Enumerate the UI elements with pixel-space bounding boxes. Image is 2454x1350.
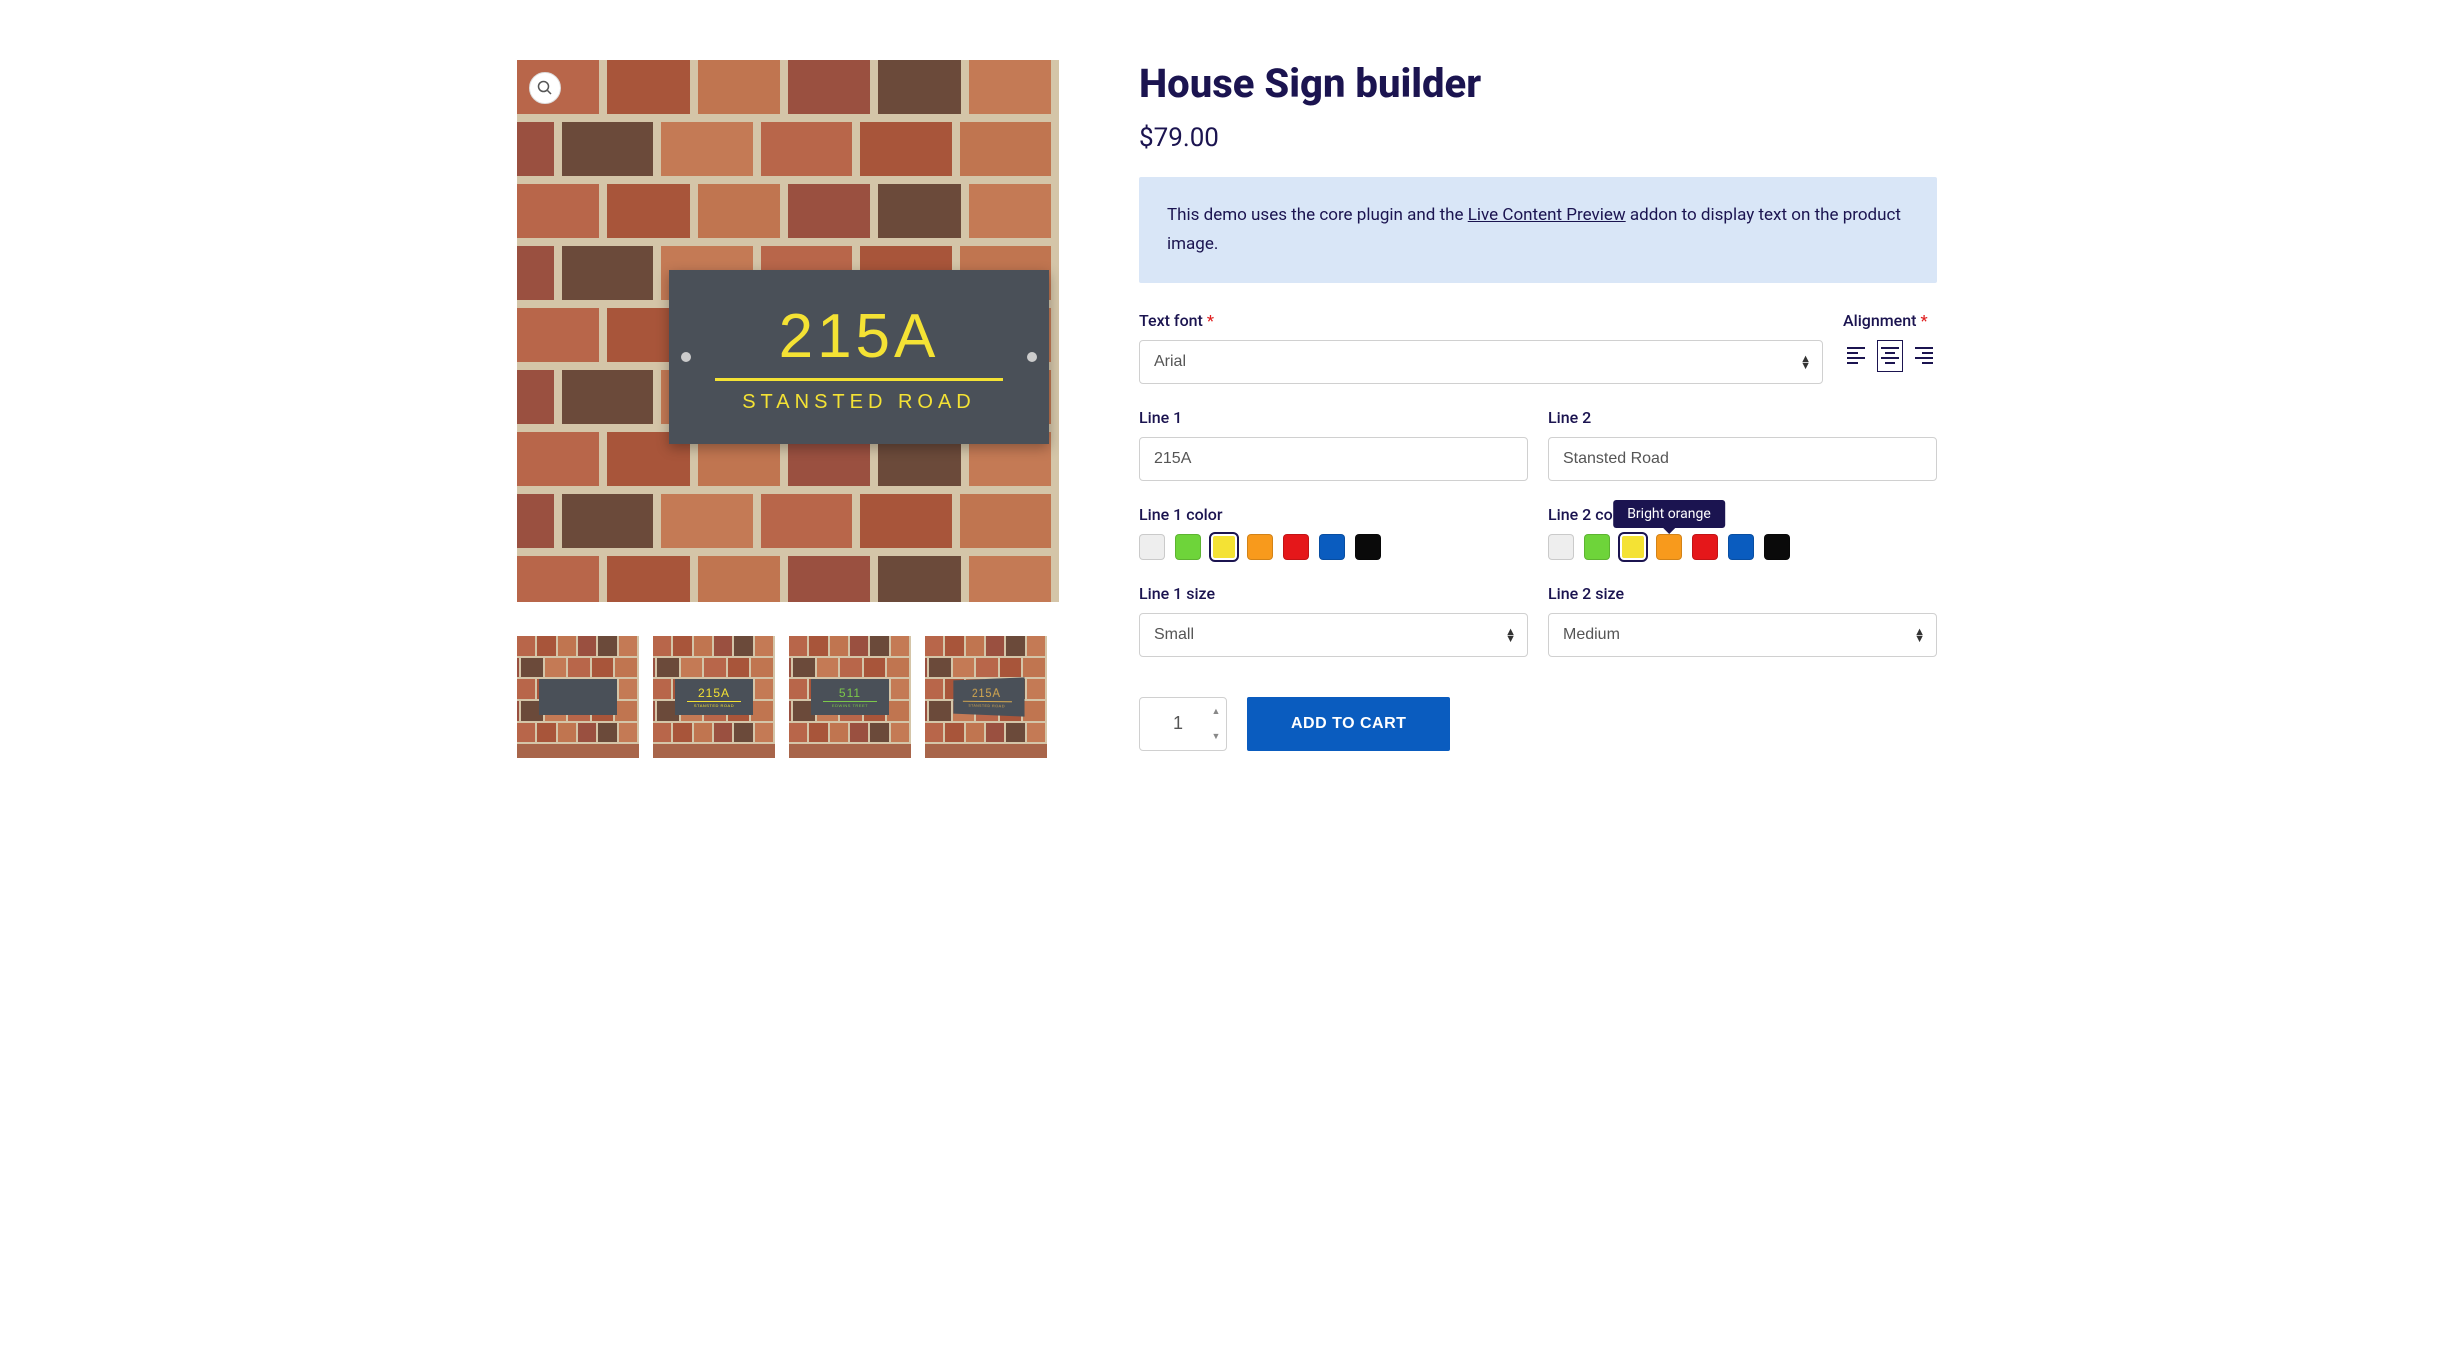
preview-addon-link[interactable]: Live Content Preview bbox=[1468, 205, 1626, 225]
qty-up-button[interactable]: ▲ bbox=[1207, 699, 1225, 724]
color-swatch-green[interactable] bbox=[1175, 534, 1201, 560]
line2size-label: Line 2 size bbox=[1548, 584, 1937, 603]
line2-input[interactable] bbox=[1548, 437, 1937, 481]
brick-background: 215A STANSTED ROAD bbox=[517, 60, 1059, 602]
thumbnail-row: 215ASTANSTED ROAD511EDWINS TREET215ASTAN… bbox=[517, 636, 1059, 758]
color-swatch-blue[interactable] bbox=[1319, 534, 1345, 560]
color-swatch-black[interactable] bbox=[1764, 534, 1790, 560]
font-label: Text font * bbox=[1139, 311, 1823, 330]
color-swatch-bright-orange[interactable]: Bright orange bbox=[1656, 534, 1682, 560]
line2size-select[interactable]: Medium bbox=[1548, 613, 1937, 657]
align-left-button[interactable] bbox=[1843, 340, 1869, 372]
align-center-button[interactable] bbox=[1877, 340, 1903, 372]
preview-line1: 215A bbox=[779, 301, 940, 372]
product-image: 215A STANSTED ROAD bbox=[517, 60, 1059, 602]
color-swatch-green[interactable] bbox=[1584, 534, 1610, 560]
line1-label: Line 1 bbox=[1139, 408, 1528, 427]
color-swatch-blue[interactable] bbox=[1728, 534, 1754, 560]
line1color-label: Line 1 color bbox=[1139, 505, 1528, 524]
color-swatch-black[interactable] bbox=[1355, 534, 1381, 560]
line1size-select[interactable]: Small bbox=[1139, 613, 1528, 657]
add-to-cart-button[interactable]: ADD TO CART bbox=[1247, 697, 1450, 751]
thumbnail-1[interactable]: 215ASTANSTED ROAD bbox=[653, 636, 775, 758]
color-swatch-red[interactable] bbox=[1692, 534, 1718, 560]
line2color-label: Line 2 color bbox=[1548, 505, 1937, 524]
color-swatch-red[interactable] bbox=[1283, 534, 1309, 560]
color-swatch-yellow[interactable] bbox=[1620, 534, 1646, 560]
color-swatch-white[interactable] bbox=[1139, 534, 1165, 560]
product-title: House Sign builder bbox=[1139, 60, 1937, 107]
thumbnail-3[interactable]: 215ASTANSTED ROAD bbox=[925, 636, 1047, 758]
preview-line2: STANSTED ROAD bbox=[742, 391, 976, 414]
line2-color-swatches: Bright orange bbox=[1548, 534, 1937, 560]
color-swatch-yellow[interactable] bbox=[1211, 534, 1237, 560]
font-select[interactable]: Arial bbox=[1139, 340, 1823, 384]
color-swatch-white[interactable] bbox=[1548, 534, 1574, 560]
tooltip: Bright orange bbox=[1613, 500, 1725, 528]
line1-input[interactable] bbox=[1139, 437, 1528, 481]
line2-label: Line 2 bbox=[1548, 408, 1937, 427]
qty-down-button[interactable]: ▼ bbox=[1207, 724, 1225, 749]
sign-preview: 215A STANSTED ROAD bbox=[669, 270, 1049, 444]
color-swatch-bright-orange[interactable] bbox=[1247, 534, 1273, 560]
line1-color-swatches bbox=[1139, 534, 1528, 560]
align-right-button[interactable] bbox=[1911, 340, 1937, 372]
thumbnail-0[interactable] bbox=[517, 636, 639, 758]
zoom-icon[interactable] bbox=[529, 72, 561, 104]
thumbnail-2[interactable]: 511EDWINS TREET bbox=[789, 636, 911, 758]
line1size-label: Line 1 size bbox=[1139, 584, 1528, 603]
info-notice: This demo uses the core plugin and the L… bbox=[1139, 177, 1937, 283]
product-price: $79.00 bbox=[1139, 123, 1937, 153]
alignment-label: Alignment * bbox=[1843, 311, 1937, 330]
